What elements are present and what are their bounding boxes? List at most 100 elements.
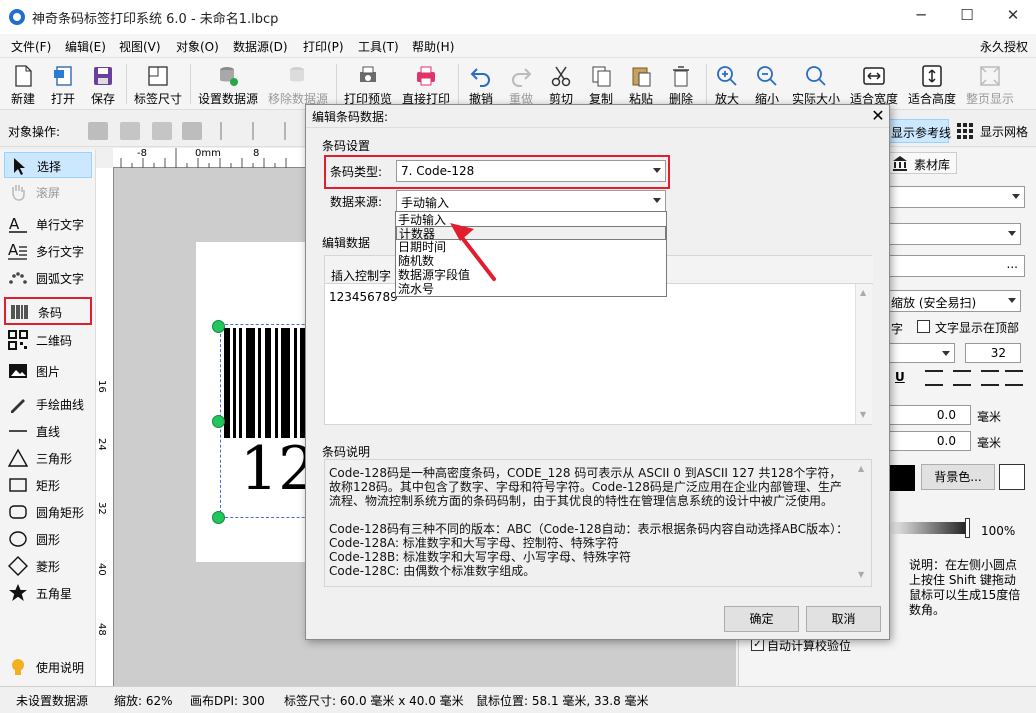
text-top-label: 文字显示在顶部	[935, 321, 1020, 335]
fit-height-button[interactable]: 适合高度	[904, 58, 960, 110]
align-right-text-icon[interactable]	[981, 370, 999, 386]
data-textarea[interactable]	[325, 284, 855, 424]
resize-handle[interactable]	[212, 415, 225, 428]
layer-down-icon[interactable]	[152, 122, 172, 140]
align-left-icon[interactable]	[220, 122, 240, 140]
direct-print-button[interactable]: 直接打印	[398, 58, 454, 110]
full-page-button[interactable]: 整页显示	[962, 58, 1018, 110]
tool-multi-text[interactable]: A 多行文字	[4, 238, 92, 264]
menu-print[interactable]: 打印(P)	[303, 38, 344, 55]
opacity-slider[interactable]	[889, 522, 967, 534]
y-position-spinner[interactable]: 0.0	[889, 431, 971, 451]
justify-text-icon[interactable]	[1005, 370, 1023, 386]
tool-circle[interactable]: 圆形	[4, 526, 92, 552]
menu-datasource[interactable]: 数据源(D)	[233, 38, 288, 55]
layer-bottom-icon[interactable]	[182, 122, 202, 140]
cut-button[interactable]: 剪切	[542, 58, 580, 110]
more-button[interactable]: ...	[889, 255, 1025, 277]
zoom-out-button[interactable]: 缩小	[748, 58, 786, 110]
tool-qrcode[interactable]: 二维码	[4, 327, 92, 353]
dropdown-option-serial[interactable]: 流水号	[398, 282, 434, 296]
tool-arc-text[interactable]: 圆弧文字	[4, 265, 92, 291]
label-size-button[interactable]: 标签尺寸	[130, 58, 186, 110]
menu-help[interactable]: 帮助(H)	[412, 38, 454, 55]
align-center-icon[interactable]	[252, 122, 272, 140]
remove-datasource-button[interactable]: 移除数据源	[264, 58, 332, 110]
description-scrollbar[interactable]: ▲ ▼	[855, 462, 870, 584]
help-button[interactable]: 使用说明	[4, 654, 92, 680]
dropdown-option-datetime[interactable]: 日期时间	[398, 240, 446, 254]
font-size-spinner[interactable]: 32	[965, 343, 1021, 363]
show-ref-line-button[interactable]: 显示参考线	[887, 119, 951, 143]
scale-select[interactable]: 缩放 (安全易扫)	[889, 290, 1021, 312]
align-right-icon[interactable]	[284, 122, 304, 140]
tool-line[interactable]: 直线	[4, 418, 92, 444]
tool-diamond[interactable]: 菱形	[4, 553, 92, 579]
maximize-button[interactable]: ☐	[944, 0, 990, 32]
layer-up-icon[interactable]	[88, 122, 108, 140]
foreground-color-swatch[interactable]	[889, 465, 915, 491]
tool-rectangle[interactable]: 矩形	[4, 472, 92, 498]
tool-star[interactable]: 五角星	[4, 580, 92, 606]
cancel-button[interactable]: 取消	[806, 606, 881, 632]
redo-button[interactable]: 重做	[502, 58, 540, 110]
data-source-dropdown: 手动输入 计数器 日期时间 随机数 数据源字段值 流水号	[395, 211, 667, 297]
dropdown-option-manual[interactable]: 手动输入	[398, 213, 446, 227]
barcode-type-select[interactable]: 7. Code-128	[396, 160, 666, 182]
data-source-select[interactable]: 手动输入	[396, 190, 666, 212]
property-select[interactable]	[889, 223, 1021, 245]
print-preview-button[interactable]: 打印预览	[340, 58, 396, 110]
new-button[interactable]: 新建	[4, 58, 42, 110]
dropdown-option-random[interactable]: 随机数	[398, 254, 434, 268]
close-button[interactable]: ✕	[990, 0, 1036, 32]
dropdown-option-counter[interactable]: 计数器	[396, 226, 666, 241]
tool-pan[interactable]: 滚屏	[4, 179, 92, 205]
show-grid-button[interactable]: 显示网格	[980, 123, 1028, 140]
tool-image[interactable]: 图片	[4, 358, 92, 384]
text-top-checkbox[interactable]	[917, 320, 930, 333]
set-datasource-button[interactable]: 设置数据源	[194, 58, 262, 110]
tool-rounded-rect[interactable]: 圆角矩形	[4, 499, 92, 525]
dialog-close-button[interactable]: ✕	[866, 105, 890, 127]
align-center-text-icon[interactable]	[953, 370, 971, 386]
data-scrollbar[interactable]: ▲ ▼	[855, 284, 872, 424]
dialog-footer	[306, 597, 889, 639]
redo-icon	[509, 64, 533, 88]
resize-handle[interactable]	[212, 511, 225, 524]
background-color-button[interactable]: 背景色...	[921, 464, 995, 490]
menu-file[interactable]: 文件(F)	[11, 38, 51, 55]
undo-button[interactable]: 撤销	[462, 58, 500, 110]
align-left-text-icon[interactable]	[925, 370, 943, 386]
tool-barcode[interactable]: 条码	[4, 297, 92, 325]
tool-image-label: 图片	[36, 365, 61, 379]
delete-button[interactable]: 删除	[662, 58, 700, 110]
x-position-spinner[interactable]: 0.0	[889, 405, 971, 425]
opacity-slider-thumb[interactable]	[965, 518, 970, 538]
actual-size-button[interactable]: 实际大小	[788, 58, 844, 110]
menu-edit[interactable]: 编辑(E)	[65, 38, 106, 55]
layer-top-icon[interactable]	[120, 122, 140, 140]
tool-single-text[interactable]: A 单行文字	[4, 211, 92, 237]
material-library-tab[interactable]: 素材库	[887, 152, 957, 174]
tool-freehand[interactable]: 手绘曲线	[4, 391, 92, 417]
save-button[interactable]: 保存	[84, 58, 122, 110]
menu-tools[interactable]: 工具(T)	[358, 38, 399, 55]
zoom-in-button[interactable]: 放大	[708, 58, 746, 110]
background-color-swatch[interactable]	[999, 464, 1025, 490]
copy-button[interactable]: 复制	[582, 58, 620, 110]
minimize-button[interactable]: ─	[898, 0, 944, 32]
fit-width-button[interactable]: 适合宽度	[846, 58, 902, 110]
underline-icon[interactable]: U	[895, 370, 905, 384]
open-button[interactable]: 打开	[44, 58, 82, 110]
font-select[interactable]	[889, 343, 955, 363]
ok-button[interactable]: 确定	[724, 606, 799, 632]
property-select[interactable]	[889, 186, 1025, 208]
tool-select[interactable]: 选择	[4, 152, 92, 178]
menu-view[interactable]: 视图(V)	[119, 38, 161, 55]
resize-handle[interactable]	[212, 320, 225, 333]
text-label-fragment: 字	[891, 322, 904, 336]
paste-button[interactable]: 粘贴	[622, 58, 660, 110]
insert-control-char-button[interactable]: 插入控制字	[331, 267, 391, 284]
menu-object[interactable]: 对象(O)	[176, 38, 219, 55]
tool-triangle[interactable]: 三角形	[4, 445, 92, 471]
